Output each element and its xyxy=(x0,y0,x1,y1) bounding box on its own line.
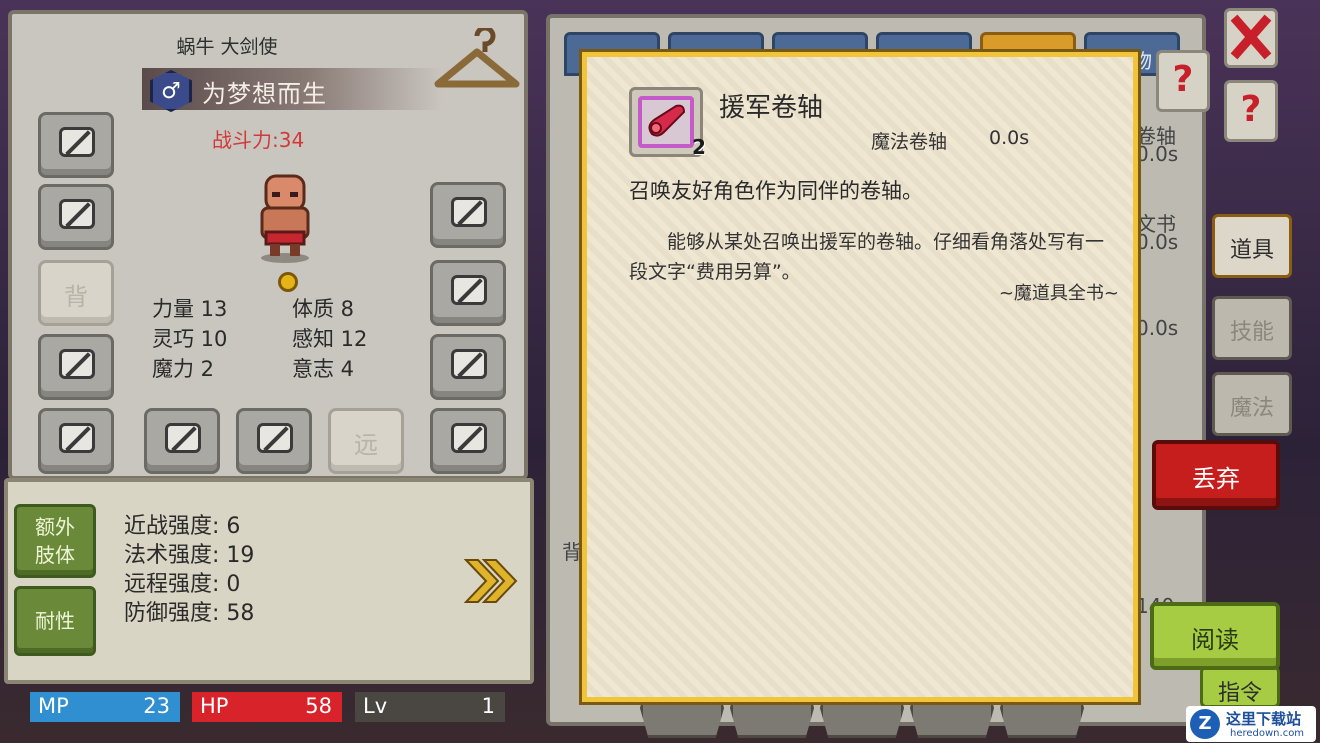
empty-slot-icon xyxy=(257,423,293,453)
empty-slot-icon xyxy=(59,127,95,157)
mp-value: 23 xyxy=(143,694,170,718)
slot-label-ranged: 远 xyxy=(354,431,378,459)
empty-slot-icon xyxy=(451,349,487,379)
empty-slot-icon xyxy=(59,199,95,229)
help-button[interactable]: ? xyxy=(1156,50,1210,112)
close-button[interactable] xyxy=(1224,8,1278,68)
equipment-slot-ranged[interactable]: 远 xyxy=(328,408,404,474)
character-motto: 为梦想而生 xyxy=(202,80,327,108)
combat-power: 战斗力:34 xyxy=(212,128,305,152)
coin-icon xyxy=(278,272,298,292)
item-detail-popup: 2 援军卷轴 魔法卷轴 0.0s 召唤友好角色作为同伴的卷轴。 能够从某处召唤出… xyxy=(579,49,1141,705)
hp-value: 58 xyxy=(305,694,332,718)
side-tab-skills[interactable]: 技能 xyxy=(1212,296,1292,360)
stat-magic: 魔力 2 xyxy=(152,357,215,381)
item-source: ~魔道具全书~ xyxy=(998,283,1119,304)
close-icon xyxy=(1230,14,1272,60)
question-icon: ? xyxy=(1172,59,1194,100)
extra-limbs-button[interactable]: 额外 肢体 xyxy=(14,504,96,578)
empty-slot-icon xyxy=(451,275,487,305)
equipment-slot-accessory-1[interactable] xyxy=(430,182,506,248)
level-bar: Lv 1 xyxy=(355,692,505,722)
stat-constitution: 体质 8 xyxy=(292,297,355,321)
chevron-right-icon[interactable] xyxy=(462,556,522,606)
equipment-slot-main-hand[interactable] xyxy=(144,408,220,474)
partial-item-time: 0.0s xyxy=(1136,230,1179,254)
melee-strength: 近战强度: 6 xyxy=(124,514,241,539)
item-description: 召唤友好角色作为同伴的卷轴。 xyxy=(629,179,923,203)
mp-label: MP xyxy=(38,694,69,718)
site-watermark: Z 这里下载站 heredown.com xyxy=(1186,706,1316,742)
site-title: 这里下载站 xyxy=(1226,710,1302,728)
site-url: heredown.com xyxy=(1230,728,1305,739)
defense-strength: 防御强度: 58 xyxy=(124,601,255,626)
hanger-icon[interactable] xyxy=(432,28,522,98)
site-logo: Z xyxy=(1190,709,1220,739)
item-type: 魔法卷轴 xyxy=(871,131,948,153)
level-label: Lv xyxy=(363,694,388,718)
empty-slot-icon xyxy=(59,349,95,379)
equipment-slot-hands[interactable] xyxy=(38,334,114,400)
character-name: 蜗牛 大剑使 xyxy=(176,36,278,58)
item-use-time: 0.0s xyxy=(989,127,1030,149)
hp-bar: HP 58 xyxy=(192,692,342,722)
equipment-slot-body[interactable] xyxy=(38,184,114,250)
help-button-secondary[interactable]: ? xyxy=(1224,80,1278,142)
item-lore: 能够从某处召唤出援军的卷轴。仔细看角落处写有一段文字“费用另算”。 xyxy=(629,231,1105,283)
discard-button[interactable]: 丢弃 xyxy=(1152,440,1280,510)
attribute-stats: 力量 13 灵巧 10 魔力 2 体质 8 感知 12 意志 4 xyxy=(152,294,367,384)
stat-strength: 力量 13 xyxy=(152,297,228,321)
equipment-slot-accessory-2[interactable] xyxy=(430,260,506,326)
spell-strength: 法术强度: 19 xyxy=(124,543,255,568)
character-panel: 蜗牛 大剑使 ♂ 为梦想而生 战斗力:34 背 远 力量 13 灵巧 10 魔力… xyxy=(8,10,528,480)
character-sprite xyxy=(260,174,310,263)
empty-slot-icon xyxy=(165,423,201,453)
stat-perception: 感知 12 xyxy=(292,327,368,351)
command-button[interactable]: 指令 xyxy=(1200,666,1280,708)
stat-dexterity: 灵巧 10 xyxy=(152,327,228,351)
strength-panel: 额外 肢体 耐性 近战强度: 6 法术强度: 19 远程强度: 0 防御强度: … xyxy=(4,478,534,684)
empty-slot-icon xyxy=(451,197,487,227)
item-quantity: 2 xyxy=(692,135,706,159)
side-tab-magic[interactable]: 魔法 xyxy=(1212,372,1292,436)
resistance-button[interactable]: 耐性 xyxy=(14,586,96,656)
partial-filter-label: 背 xyxy=(562,540,582,564)
ranged-strength: 远程强度: 0 xyxy=(124,572,241,597)
partial-item-time: 0.0s xyxy=(1136,316,1179,340)
empty-slot-icon xyxy=(59,423,95,453)
equipment-slot-off-hand[interactable] xyxy=(236,408,312,474)
equipment-slot-accessory-4[interactable] xyxy=(430,408,506,474)
mp-bar: MP 23 xyxy=(30,692,180,722)
question-icon: ? xyxy=(1240,89,1262,130)
read-button[interactable]: 阅读 xyxy=(1150,602,1280,670)
stat-willpower: 意志 4 xyxy=(292,357,355,381)
side-tab-items[interactable]: 道具 xyxy=(1212,214,1292,278)
equipment-slot-accessory-3[interactable] xyxy=(430,334,506,400)
slot-label-back: 背 xyxy=(64,283,88,311)
empty-slot-icon xyxy=(451,423,487,453)
item-name: 援军卷轴 xyxy=(719,93,824,123)
strength-list: 近战强度: 6 法术强度: 19 远程强度: 0 防御强度: 58 xyxy=(124,512,254,628)
partial-item-time: 0.0s xyxy=(1136,142,1179,166)
level-value: 1 xyxy=(481,694,495,718)
equipment-slot-feet[interactable] xyxy=(38,408,114,474)
red-scroll-icon xyxy=(638,96,694,148)
equipment-slot-back[interactable]: 背 xyxy=(38,260,114,326)
equipment-slot-head[interactable] xyxy=(38,112,114,178)
hp-label: HP xyxy=(200,694,229,718)
